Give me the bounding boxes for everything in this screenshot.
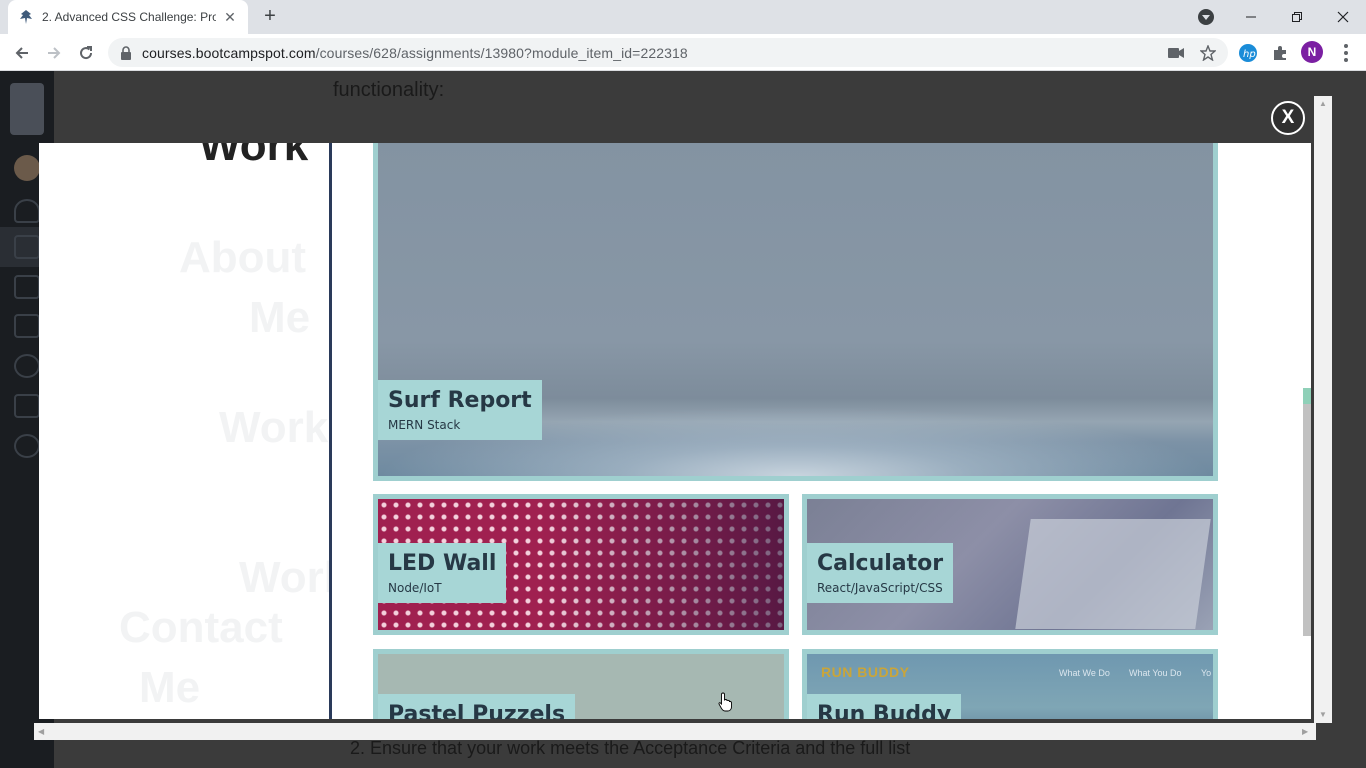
lock-icon: [121, 45, 131, 60]
tab-title: 2. Advanced CSS Challenge: Prof: [42, 10, 216, 24]
behind-instruction-text: 2. Ensure that your work meets the Accep…: [350, 738, 911, 758]
laptop-screen-decoration: [1015, 519, 1211, 629]
project-label: LED Wall Node/IoT: [378, 543, 507, 603]
institution-logo[interactable]: [10, 83, 44, 135]
menu-icon[interactable]: [1336, 42, 1356, 64]
profile-avatar[interactable]: N: [1301, 41, 1323, 63]
close-window-button[interactable]: [1320, 0, 1366, 34]
project-card-surf-report[interactable]: Surf Report MERN Stack: [373, 143, 1218, 481]
behind-heading: functionality:: [333, 79, 445, 101]
inbox-icon[interactable]: [14, 314, 40, 338]
tab-close-icon[interactable]: ✕: [222, 9, 238, 26]
portfolio-left-column: Work About Me Work Work Contact Me: [39, 143, 330, 719]
project-subtitle: React/JavaScript/CSS: [817, 581, 943, 595]
project-card-calculator[interactable]: Calculator React/JavaScript/CSS: [802, 494, 1218, 635]
tab-strip: 2. Advanced CSS Challenge: Prof ✕ +: [0, 0, 1366, 34]
restore-icon: [1292, 12, 1302, 22]
project-title[interactable]: Surf Report: [388, 386, 532, 416]
nav-avatar[interactable]: [14, 155, 40, 181]
help-icon[interactable]: [14, 434, 40, 458]
back-icon: [15, 47, 28, 59]
restore-button[interactable]: [1274, 0, 1320, 34]
hp-extension-button[interactable]: hp: [1237, 42, 1259, 64]
new-tab-button[interactable]: +: [258, 5, 282, 29]
history-icon[interactable]: [14, 354, 40, 378]
frame-scrollbar-thumb-highlight: [1303, 388, 1311, 404]
url-host: courses.bootcampspot.com: [142, 44, 316, 61]
courses-icon[interactable]: [14, 235, 40, 259]
scroll-left-arrow-icon[interactable]: ◀: [38, 727, 44, 736]
project-subtitle: Node/IoT: [388, 581, 442, 595]
project-card-run-buddy[interactable]: RUN BUDDY What We Do What You Do Yo Run …: [802, 649, 1218, 719]
browser-tab[interactable]: 2. Advanced CSS Challenge: Prof ✕: [8, 0, 248, 34]
ghost-text-3: Work: [219, 403, 329, 452]
portfolio-preview-frame: Work About Me Work Work Contact Me Surf …: [39, 143, 1311, 719]
ghost-text-5: Contact: [119, 603, 283, 652]
project-title[interactable]: LED Wall: [388, 549, 496, 579]
camera-blocked-button[interactable]: [1165, 42, 1187, 64]
column-divider: [329, 143, 332, 719]
project-card-led-wall[interactable]: LED Wall Node/IoT: [373, 494, 789, 635]
led-shade-decoration: [540, 499, 784, 630]
project-subtitle: MERN Stack: [388, 418, 461, 432]
url-path: /courses/628/assignments/13980?module_it…: [315, 44, 688, 61]
project-label: Run Buddy: [807, 694, 962, 719]
project-label: Calculator React/JavaScript/CSS: [807, 543, 954, 603]
run-buddy-nav-item: What You Do: [1129, 668, 1182, 678]
ghost-heading: Work: [199, 143, 309, 170]
tab-search-icon[interactable]: [1198, 9, 1214, 25]
extensions-button[interactable]: [1269, 42, 1291, 64]
hp-icon: hp: [1239, 44, 1257, 62]
project-label: Pastel Puzzels: [378, 694, 576, 719]
back-button[interactable]: [9, 40, 35, 66]
commons-icon[interactable]: [14, 394, 40, 418]
ghost-text-4: Work: [239, 553, 330, 602]
bootcamp-favicon-icon: [20, 10, 32, 24]
ghost-text-2: Me: [249, 293, 311, 342]
modal-close-button[interactable]: X: [1271, 101, 1305, 135]
camera-icon: [1168, 48, 1184, 58]
bookmark-button[interactable]: [1197, 42, 1219, 64]
project-title[interactable]: Run Buddy: [817, 700, 951, 719]
horizontal-scrollbar[interactable]: [34, 723, 1316, 740]
run-buddy-nav-item: What We Do: [1059, 668, 1110, 678]
project-title[interactable]: Calculator: [817, 549, 943, 579]
frame-scrollbar-thumb[interactable]: [1303, 388, 1311, 636]
run-buddy-nav-item: Yo: [1201, 668, 1212, 678]
hand-cursor-icon: [718, 692, 732, 712]
scroll-up-arrow-icon[interactable]: ▲: [1319, 99, 1327, 108]
address-bar[interactable]: courses.bootcampspot.com/courses/628/ass…: [108, 38, 1228, 67]
scroll-right-arrow-icon[interactable]: ▶: [1302, 727, 1308, 736]
dashboard-icon[interactable]: [14, 199, 40, 223]
reload-button[interactable]: [73, 40, 99, 66]
outer-scrollbar[interactable]: [1314, 96, 1332, 723]
ghost-text-6: Me: [139, 663, 201, 712]
run-buddy-brand: RUN BUDDY: [821, 664, 910, 680]
minimize-icon: [1246, 16, 1256, 18]
scroll-down-arrow-icon[interactable]: ▼: [1319, 710, 1327, 719]
close-window-icon: [1337, 11, 1349, 23]
star-icon: [1200, 45, 1216, 61]
project-title[interactable]: Pastel Puzzels: [388, 700, 565, 719]
browser-toolbar: courses.bootcampspot.com/courses/628/ass…: [0, 34, 1366, 71]
minimize-button[interactable]: [1228, 0, 1274, 34]
url-text: courses.bootcampspot.com/courses/628/ass…: [142, 45, 688, 61]
ghost-text-1: About: [179, 233, 307, 282]
extensions-icon: [1274, 46, 1286, 60]
forward-button[interactable]: [41, 40, 67, 66]
reload-icon: [80, 46, 93, 60]
forward-icon: [48, 47, 61, 59]
calendar-icon[interactable]: [14, 275, 40, 299]
project-label: Surf Report MERN Stack: [378, 380, 542, 440]
svg-text:hp: hp: [1243, 49, 1256, 60]
